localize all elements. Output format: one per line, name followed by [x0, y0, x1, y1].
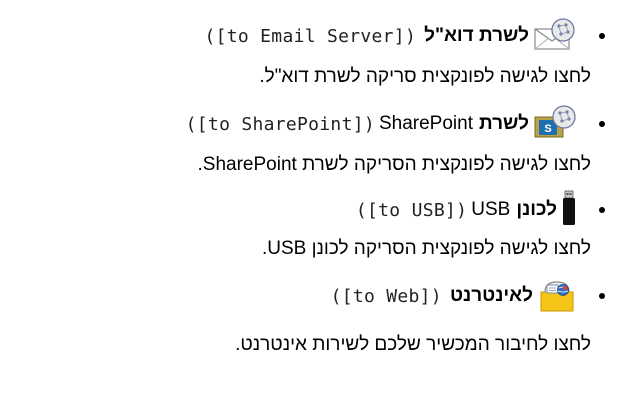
document-page: ([to Email Server]) לשרת דוא"ל לחצו לגיש… — [0, 0, 619, 397]
item-title: לשרת — [479, 113, 529, 134]
item-title-latin: SharePoint — [378, 113, 473, 134]
bullet — [599, 33, 605, 39]
item-code: ([to USB]) — [355, 199, 468, 221]
list-item-sharepoint: ([to SharePoint]) SharePoint לשרת S — [0, 104, 605, 144]
web-connect-icon — [537, 276, 577, 317]
item-heading: ([to Email Server]) לשרת דוא"ל — [204, 17, 577, 56]
item-title-latin: USB — [471, 199, 511, 220]
item-title: לשרת דוא"ל — [424, 25, 529, 46]
item-heading: ([to USB]) USB לכונן — [355, 190, 577, 231]
item-heading: ([to SharePoint]) SharePoint לשרת S — [185, 104, 577, 144]
item-heading: ([to Web]) לאינטרנט — [331, 278, 577, 314]
item-description: לחצו לגישה לפונקצית הסריקה לכונן USB. — [261, 238, 591, 259]
item-description: לחצו לגישה לפונקצית סריקה לשרת דוא"ל. — [259, 66, 591, 87]
list-item-web: ([to Web]) לאינטרנט — [0, 278, 605, 314]
item-title: לאינטרנט — [449, 285, 533, 306]
item-title: לכונן — [516, 199, 557, 220]
bullet — [599, 121, 605, 127]
usb-drive-icon — [561, 190, 577, 231]
sharepoint-scan-icon: S — [533, 104, 577, 144]
list-item-usb: ([to USB]) USB לכונן — [0, 190, 605, 231]
item-code: ([to SharePoint]) — [185, 113, 375, 135]
bullet — [599, 293, 605, 299]
list-item-email-server: ([to Email Server]) לשרת דוא"ל — [0, 17, 605, 56]
item-code: ([to Email Server]) — [204, 25, 417, 47]
item-code: ([to Web]) — [330, 285, 442, 307]
email-scan-icon — [533, 17, 577, 56]
item-description: לחצו לגישה לפונקצית הסריקה לשרת SharePoi… — [197, 154, 592, 175]
item-description: לחצו לחיבור המכשיר שלכם לשירות אינטרנט. — [235, 334, 591, 355]
svg-text:S: S — [544, 123, 551, 135]
bullet — [599, 207, 605, 213]
